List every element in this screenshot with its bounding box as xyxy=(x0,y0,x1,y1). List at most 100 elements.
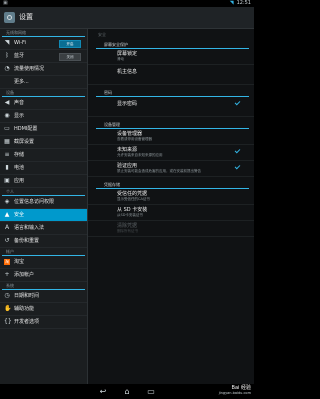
setting-summary: 从SD卡安装证书 xyxy=(117,213,143,217)
setting-owner-info[interactable]: 机主信息 xyxy=(88,65,254,85)
sidebar-item-wifi[interactable]: ◥ Wi-Fi 开启 xyxy=(0,37,87,50)
sidebar-item-sound[interactable]: ◀ 声音 xyxy=(0,97,87,110)
sidebar-item-date-time[interactable]: ◷ 日期和时间 xyxy=(0,290,87,303)
clock-icon: ◷ xyxy=(4,292,10,299)
setting-summary: 允许安装来自未知来源的应用 xyxy=(117,153,163,157)
storage-icon: ≡ xyxy=(4,151,10,158)
setting-summary: 显示受信任的CA证书 xyxy=(117,197,150,201)
sidebar-item-label: Wi-Fi xyxy=(14,40,26,46)
setting-verify-apps[interactable]: 验证应用 禁止安装可能会造成危害的应用，或在安装前提出警告 xyxy=(88,161,254,177)
sidebar-item-label: 安全 xyxy=(14,212,25,218)
sidebar-item-label: 位置信息访问权限 xyxy=(14,199,55,205)
display-icon: ◉ xyxy=(4,112,10,119)
section-header-screen-security: 屏幕安全保护 xyxy=(96,41,249,49)
sidebar-item-label: 声音 xyxy=(14,100,25,106)
lock-icon: ▲ xyxy=(4,211,10,218)
battery-icon: ▮ xyxy=(5,164,9,171)
sidebar-item-location[interactable]: ◈ 位置信息访问权限 xyxy=(0,196,87,209)
section-header-wireless: 无线和网络 xyxy=(2,29,85,37)
setting-trusted-credentials[interactable]: 受信任的凭据 显示受信任的CA证书 xyxy=(88,189,254,205)
sidebar-item-label: 添加帐户 xyxy=(14,272,35,278)
pane-title: 安全 xyxy=(98,32,106,37)
wifi-toggle[interactable]: 开启 xyxy=(59,40,81,48)
recents-icon[interactable]: ▭ xyxy=(144,387,158,396)
sidebar-item-storage[interactable]: ≡ 存储 xyxy=(0,149,87,162)
sidebar-item-screenshot[interactable]: ▦ 截屏设置 xyxy=(0,136,87,149)
bluetooth-icon: ᛒ xyxy=(5,52,9,59)
show-password-checkbox[interactable] xyxy=(235,101,240,106)
wifi-signal-icon: ◥ xyxy=(229,0,234,6)
sidebar-item-label: 辅助功能 xyxy=(14,306,35,312)
sidebar-item-add-account[interactable]: + 添加帐户 xyxy=(0,269,87,282)
watermark-line2: jingyan.baidu.com xyxy=(218,391,251,395)
hdmi-icon: ▭ xyxy=(4,125,10,132)
back-icon[interactable]: ↩ xyxy=(96,387,110,396)
sidebar-item-accessibility[interactable]: ✋ 辅助功能 xyxy=(0,303,87,316)
sidebar-item-backup[interactable]: ↺ 备份和重置 xyxy=(0,235,87,248)
sidebar-item-hdmi[interactable]: ▭ HDMI配置 xyxy=(0,123,87,136)
setting-show-password[interactable]: 显示密码 xyxy=(88,97,254,117)
sidebar-item-taobao[interactable]: 淘 淘宝 xyxy=(0,256,87,269)
verify-apps-checkbox[interactable] xyxy=(235,165,240,170)
sidebar-item-label: 存储 xyxy=(14,152,25,158)
watermark: Bai 经验 jingyan.baidu.com xyxy=(219,386,251,396)
add-icon: + xyxy=(4,271,10,278)
sidebar-item-label: 截屏设置 xyxy=(14,139,35,145)
action-bar: 设置 xyxy=(0,7,254,29)
sidebar-item-label: 备份和重置 xyxy=(14,238,40,244)
status-bar: ▣ ◥ 12:51 xyxy=(0,0,254,7)
volume-icon: ◀ xyxy=(4,99,10,106)
clock-text: 12:51 xyxy=(236,0,251,6)
accessibility-icon: ✋ xyxy=(4,305,12,312)
security-settings-pane: 安全 屏幕安全保护 屏幕锁定 滑动 机主信息 密码 显示密码 设备管理 设备管理… xyxy=(87,29,254,384)
taobao-icon: 淘 xyxy=(4,259,10,265)
section-header-system: 系统 xyxy=(2,282,85,290)
bluetooth-toggle[interactable]: 关闭 xyxy=(59,53,81,61)
sidebar-item-label: 蓝牙 xyxy=(14,53,25,59)
screenshot-icon: ▦ xyxy=(4,138,10,145)
unknown-sources-checkbox[interactable] xyxy=(235,149,240,154)
sidebar-item-apps[interactable]: ▣ 应用 xyxy=(0,175,87,188)
language-icon: A xyxy=(4,224,10,231)
backup-icon: ↺ xyxy=(4,237,10,244)
sidebar-item-data-usage[interactable]: ◔ 流量使用情况 xyxy=(0,63,87,76)
setting-summary: 查看或停用设备管理器 xyxy=(117,137,152,141)
home-icon[interactable]: ⌂ xyxy=(120,387,134,396)
sidebar-item-display[interactable]: ◉ 显示 xyxy=(0,110,87,123)
sidebar-item-label: 应用 xyxy=(14,178,25,184)
setting-summary: 禁止安装可能会造成危害的应用，或在安装前提出警告 xyxy=(117,169,201,173)
setting-screen-lock[interactable]: 屏幕锁定 滑动 xyxy=(88,49,254,65)
setting-summary: 删除所有证书 xyxy=(117,229,138,233)
data-usage-icon: ◔ xyxy=(4,65,10,72)
sidebar-item-label: 电池 xyxy=(14,165,25,171)
page-title: 设置 xyxy=(19,13,33,21)
setting-summary: 滑动 xyxy=(117,57,124,61)
sidebar-item-label: 淘宝 xyxy=(14,259,25,265)
sidebar-item-label: 开发者选项 xyxy=(14,319,40,325)
sidebar-item-battery[interactable]: ▮ 电池 xyxy=(0,162,87,175)
sidebar-item-label: 更多... xyxy=(14,79,29,85)
settings-category-list: 无线和网络 ◥ Wi-Fi 开启 ᛒ 蓝牙 关闭 ◔ 流量使用情况 更多... … xyxy=(0,29,87,384)
sidebar-item-language[interactable]: A 语言和输入法 xyxy=(0,222,87,235)
setting-device-admins[interactable]: 设备管理器 查看或停用设备管理器 xyxy=(88,129,254,145)
sidebar-item-label: 流量使用情况 xyxy=(14,66,45,72)
developer-icon: {} xyxy=(4,318,12,325)
sidebar-item-more[interactable]: 更多... xyxy=(0,76,87,89)
sidebar-item-label: 语言和输入法 xyxy=(14,225,45,231)
section-header-device: 设备 xyxy=(2,89,85,97)
setting-title: 机主信息 xyxy=(117,69,138,75)
setting-unknown-sources[interactable]: 未知来源 允许安装来自未知来源的应用 xyxy=(88,145,254,161)
section-header-passwords: 密码 xyxy=(96,89,249,97)
setting-title: 显示密码 xyxy=(117,101,138,107)
setting-install-from-sd[interactable]: 从 SD 卡安装 从SD卡安装证书 xyxy=(88,205,254,221)
section-header-personal: 个人 xyxy=(2,188,85,196)
status-right: ◥ 12:51 xyxy=(230,0,251,7)
sidebar-item-label: 日期和时间 xyxy=(14,293,40,299)
sidebar-item-bluetooth[interactable]: ᛒ 蓝牙 关闭 xyxy=(0,50,87,63)
settings-app-icon[interactable] xyxy=(4,12,15,23)
location-icon: ◈ xyxy=(4,198,10,205)
sidebar-item-label: 显示 xyxy=(14,113,25,119)
sidebar-item-security[interactable]: ▲ 安全 xyxy=(0,209,87,222)
sidebar-item-developer[interactable]: {} 开发者选项 xyxy=(0,316,87,329)
navigation-bar: ↩ ⌂ ▭ Bai 经验 jingyan.baidu.com xyxy=(0,384,254,399)
